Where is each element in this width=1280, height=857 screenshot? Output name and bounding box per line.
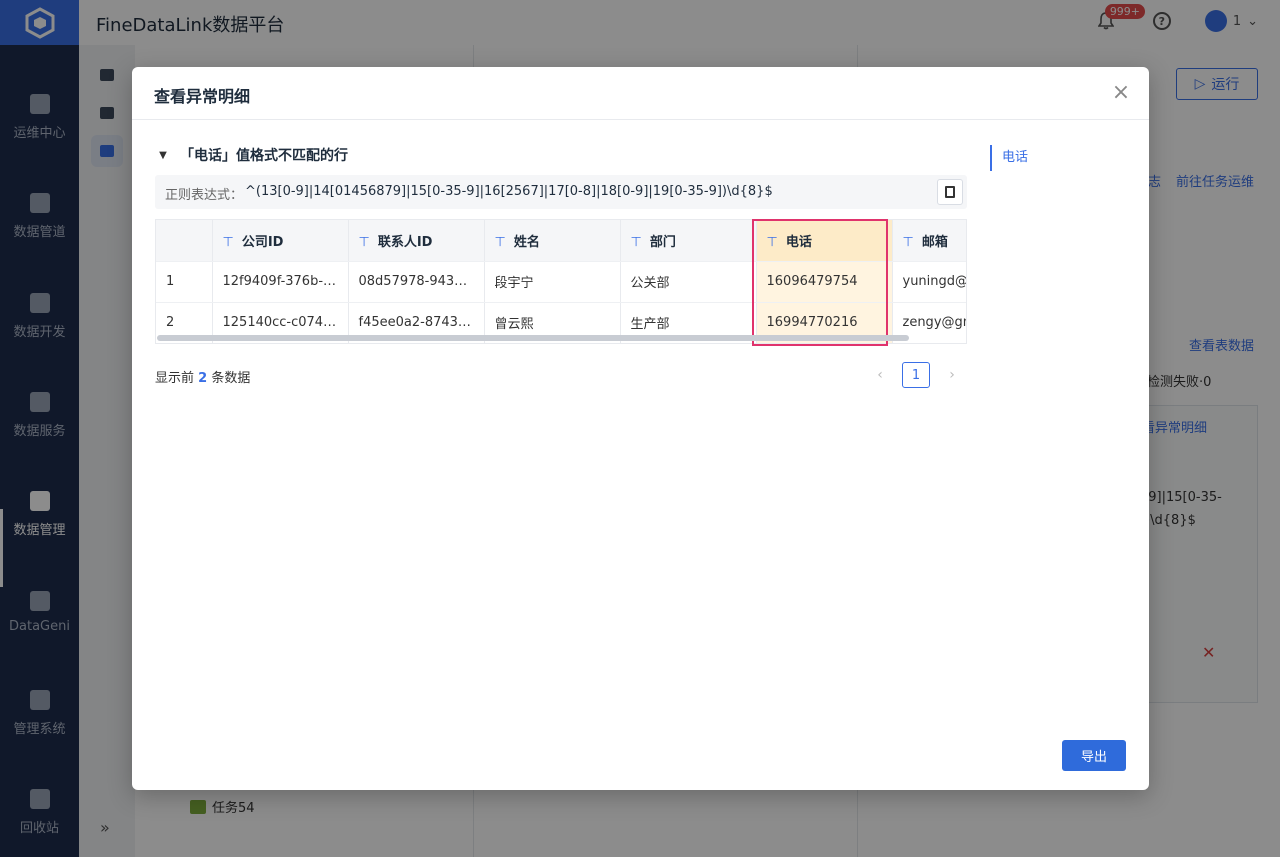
row-count-number: 2 xyxy=(198,371,208,386)
table-row: 1 12f9409f-376b-f2... 08d57978-9438-... … xyxy=(156,261,966,303)
text-type-icon: ⊤ xyxy=(766,234,778,250)
table-cell: yuningd@ic xyxy=(892,261,966,303)
abnormal-table: ⊤ 公司ID ⊤ 联系人ID ⊤ 姓名 ⊤ 部门 ⊤ 电话 ⊤ 邮箱 1 12f9409f-… xyxy=(155,219,967,344)
pagination: ‹ 1 › xyxy=(872,362,960,388)
column-header[interactable]: ⊤ 姓名 xyxy=(484,220,621,262)
horizontal-scrollbar[interactable] xyxy=(157,335,909,341)
column-header-label: 姓名 xyxy=(513,234,540,250)
row-count: 显示前 2 条数据 xyxy=(155,367,250,386)
copy-button[interactable] xyxy=(937,179,963,205)
column-header-label: 电话 xyxy=(785,234,812,250)
text-type-icon: ⊤ xyxy=(630,234,642,250)
column-header-highlighted[interactable]: ⊤ 电话 xyxy=(756,220,893,262)
close-icon[interactable]: × xyxy=(1111,82,1131,104)
section-title: 「电话」值格式不匹配的行 xyxy=(180,148,348,164)
copy-icon xyxy=(945,186,955,198)
table-header: ⊤ 公司ID ⊤ 联系人ID ⊤ 姓名 ⊤ 部门 ⊤ 电话 ⊤ 邮箱 xyxy=(156,220,966,262)
text-type-icon: ⊤ xyxy=(222,234,234,250)
text-type-icon: ⊤ xyxy=(494,234,506,250)
column-header[interactable]: ⊤ 部门 xyxy=(620,220,757,262)
column-header-label: 联系人ID xyxy=(377,234,433,250)
section-toggle[interactable]: ▼ 「电话」值格式不匹配的行 xyxy=(156,145,348,165)
column-header[interactable]: ⊤ 联系人ID xyxy=(348,220,485,262)
prev-page-icon[interactable]: ‹ xyxy=(872,362,888,388)
modal-title: 查看异常明细 xyxy=(154,87,251,106)
row-count-prefix: 显示前 xyxy=(155,371,195,386)
column-header-label: 邮箱 xyxy=(921,234,948,250)
abnormal-detail-modal: 查看异常明细 × ▼ 「电话」值格式不匹配的行 正则表达式： ^(13[0-9]… xyxy=(132,67,1149,790)
anchor-link-phone[interactable]: 电话 xyxy=(990,145,1028,171)
page-number[interactable]: 1 xyxy=(902,362,930,388)
row-count-suffix: 条数据 xyxy=(211,371,251,386)
regex-value: ^(13[0-9]|14[01456879]|15[0-35-9]|16[256… xyxy=(245,184,773,199)
index-header xyxy=(156,220,213,262)
next-page-icon[interactable]: › xyxy=(944,362,960,388)
table-cell-highlighted: 16096479754 xyxy=(756,261,893,303)
text-type-icon: ⊤ xyxy=(902,234,914,250)
table-cell: 公关部 xyxy=(620,261,757,303)
export-button[interactable]: 导出 xyxy=(1062,740,1126,771)
regex-label: 正则表达式： xyxy=(165,188,244,203)
modal-header: 查看异常明细 × xyxy=(132,67,1149,120)
row-index: 1 xyxy=(156,261,213,303)
table-cell: 08d57978-9438-... xyxy=(348,261,485,303)
table-cell: 12f9409f-376b-f2... xyxy=(212,261,349,303)
regex-bar: 正则表达式： ^(13[0-9]|14[01456879]|15[0-35-9]… xyxy=(155,175,967,209)
column-header[interactable]: ⊤ 公司ID xyxy=(212,220,349,262)
column-header-label: 部门 xyxy=(649,234,676,250)
text-type-icon: ⊤ xyxy=(358,234,370,250)
column-header-label: 公司ID xyxy=(241,234,284,250)
chevron-down-icon: ▼ xyxy=(159,149,167,161)
table-cell: 段宇宁 xyxy=(484,261,621,303)
column-header[interactable]: ⊤ 邮箱 xyxy=(892,220,966,262)
